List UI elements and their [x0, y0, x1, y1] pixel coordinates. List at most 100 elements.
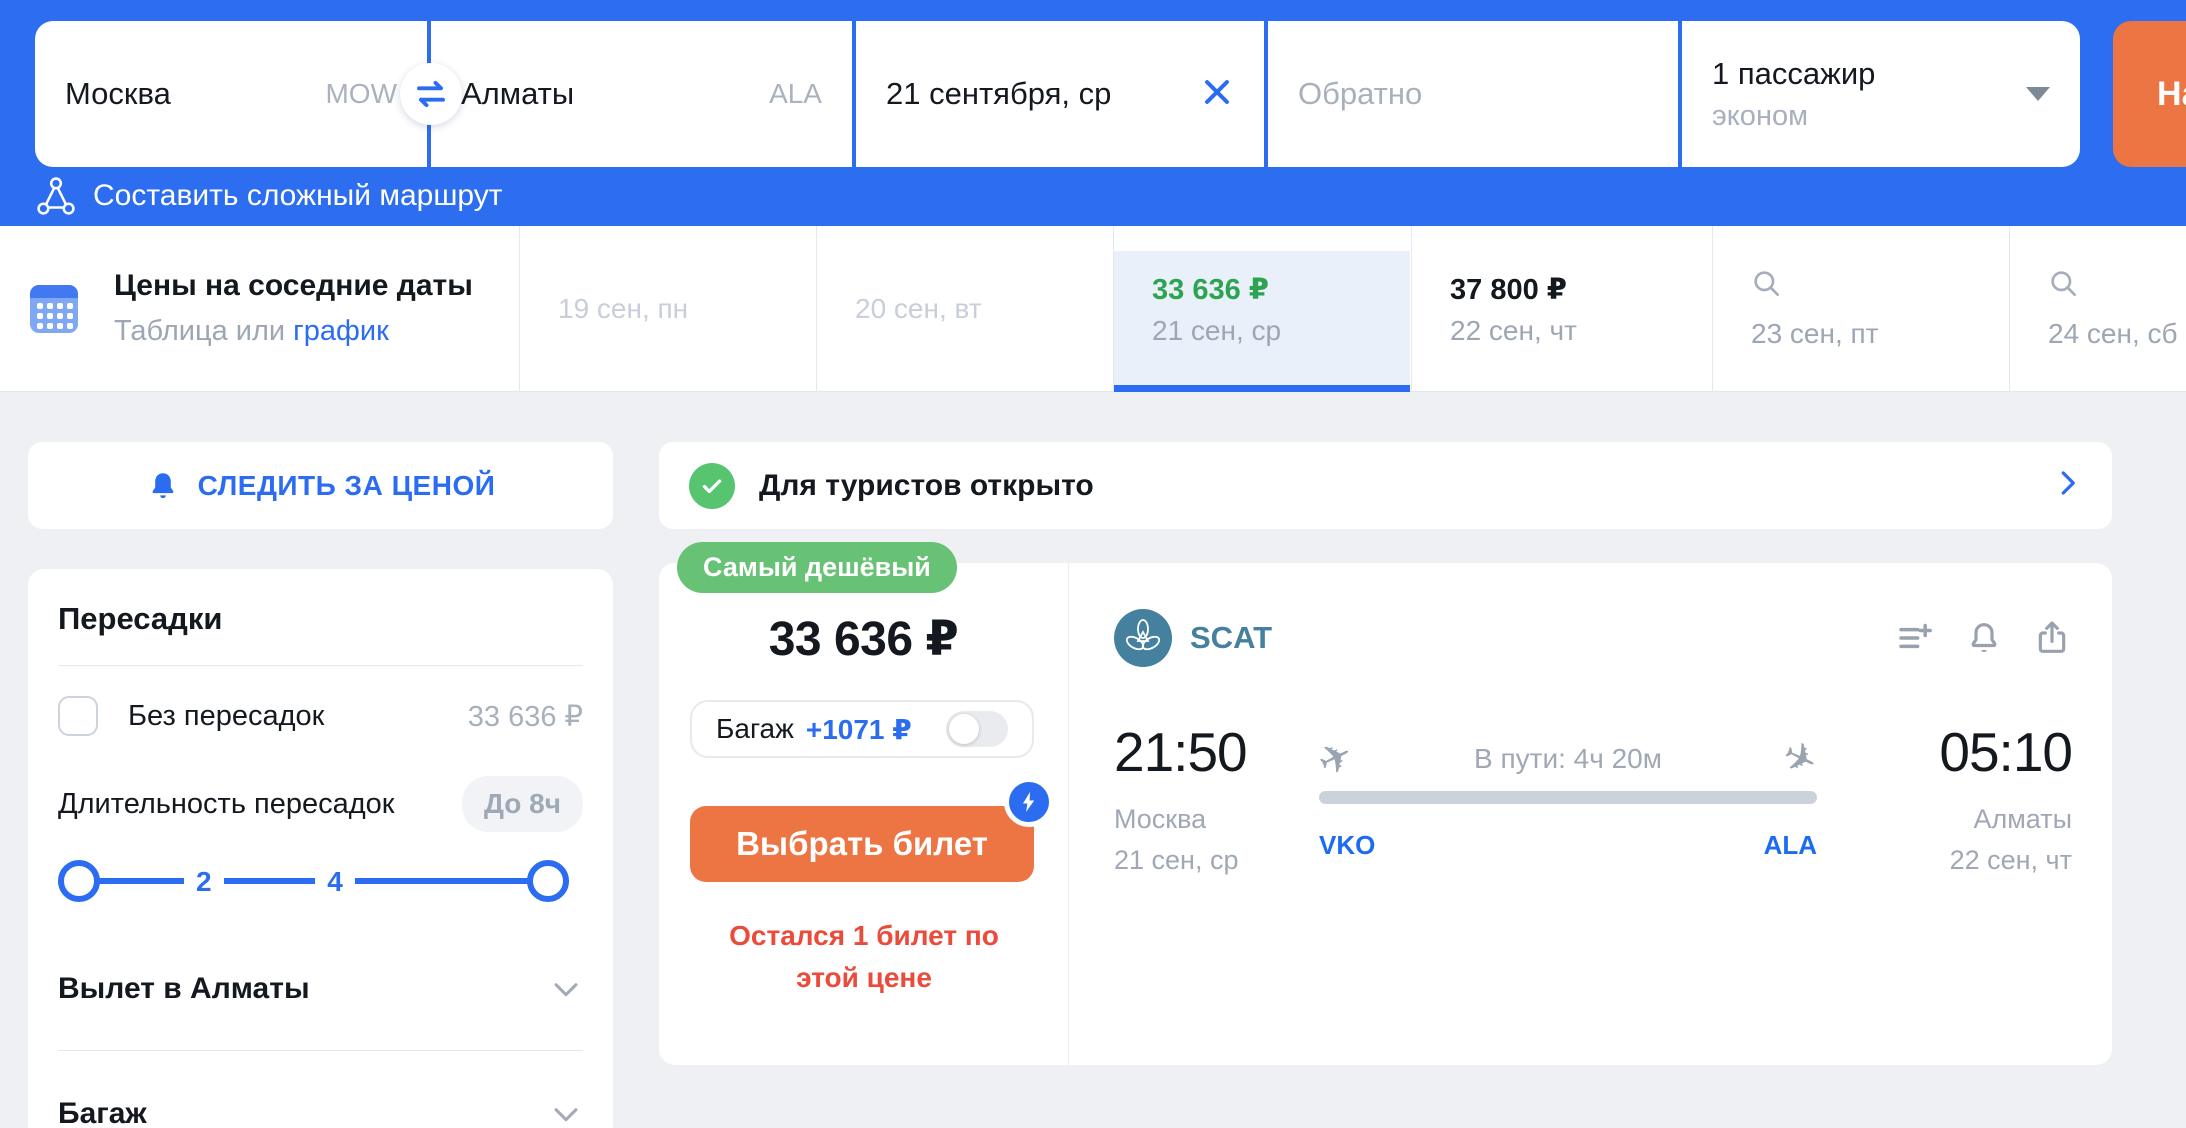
route-icon — [35, 175, 77, 217]
view-graph-link[interactable]: график — [293, 315, 389, 347]
destination-city: Алматы — [461, 76, 574, 112]
no-transfers-price: 33 636 ₽ — [468, 699, 583, 734]
arrival-date: 22 сен, чт — [1862, 845, 2072, 876]
flight-details: SCAT — [1068, 563, 2112, 1065]
slider-mark-4: 4 — [315, 866, 355, 898]
selected-day-underline — [1114, 385, 1410, 392]
duration-label: Длительность пересадок — [58, 788, 394, 821]
depart-date-field[interactable]: 21 сентября, ср — [856, 21, 1264, 167]
slider-mark-2: 2 — [184, 866, 224, 898]
origin-field[interactable]: Москва MOW — [35, 21, 427, 167]
section-departure[interactable]: Вылет в Алматы — [58, 956, 583, 1022]
clear-date-icon[interactable] — [1200, 75, 1234, 114]
arrival-time: 05:10 — [1862, 725, 2072, 780]
day-cell-22[interactable]: 37 800 ₽ 22 сен, чт — [1411, 226, 1708, 392]
complex-route-link[interactable]: Составить сложный маршрут — [35, 172, 502, 220]
day-cell-21-selected[interactable]: 33 636 ₽ 21 сен, ср — [1113, 226, 1410, 392]
no-transfers-label: Без пересадок — [128, 700, 324, 733]
day-price: 37 800 ₽ — [1450, 272, 1708, 307]
view-table-option[interactable]: Таблица — [114, 315, 228, 347]
route-progress-bar — [1319, 791, 1817, 804]
track-price-button[interactable]: СЛЕДИТЬ ЗА ЦЕНОЙ — [28, 442, 613, 529]
arrival-block: 05:10 Алматы 22 сен, чт — [1862, 725, 2072, 876]
search-submit-label: Найти — [2157, 75, 2186, 114]
destination-field[interactable]: Алматы ALA — [431, 21, 852, 167]
ticket-price-column: 33 636 ₽ Багаж +1071 ₽ Выбрать билет Ост… — [659, 563, 1068, 1065]
buy-ticket-label: Выбрать билет — [736, 825, 988, 863]
price-calendar-header: Цены на соседние даты Таблица или график — [30, 226, 473, 391]
share-icon[interactable] — [2032, 618, 2072, 658]
slider-handle-min[interactable] — [58, 860, 100, 902]
day-cell-24[interactable]: 24 сен, сб — [2009, 226, 2186, 392]
search-icon — [1751, 268, 1783, 300]
airline-name: SCAT — [1190, 620, 1272, 656]
baggage-toggle[interactable] — [946, 711, 1008, 747]
search-submit-button[interactable]: Найти — [2113, 21, 2186, 167]
baggage-label: Багаж — [716, 713, 794, 745]
tourist-banner[interactable]: Для туристов открыто — [659, 442, 2112, 529]
search-icon — [2048, 268, 2080, 300]
swap-arrows-icon — [413, 76, 449, 112]
filters-panel: Пересадки Без пересадок 33 636 ₽ Длитель… — [28, 569, 613, 1128]
calendar-title: Цены на соседние даты — [114, 269, 473, 303]
arrival-city: Алматы — [1862, 804, 2072, 835]
ticket-card: Самый дешёвый 33 636 ₽ Багаж +1071 ₽ Выб… — [659, 563, 2112, 1065]
baggage-option[interactable]: Багаж +1071 ₽ — [690, 700, 1034, 758]
chevron-down-icon — [549, 972, 583, 1006]
section-baggage[interactable]: Багаж — [58, 1081, 583, 1128]
depart-date-value: 21 сентября, ср — [886, 76, 1111, 112]
duration-value-badge: До 8ч — [462, 776, 583, 832]
return-date-field[interactable]: Обратно — [1268, 21, 1678, 167]
departure-airport-code[interactable]: VKO — [1319, 830, 1375, 861]
instant-purchase-icon — [1004, 777, 1054, 827]
ticket-price: 33 636 ₽ — [659, 611, 1068, 667]
duration-slider[interactable]: 2 4 — [58, 858, 583, 904]
departure-date: 21 сен, ср — [1114, 845, 1274, 876]
search-header: Москва MOW Алматы ALA 21 сентября, ср Об… — [0, 0, 2186, 226]
check-circle-icon — [689, 463, 735, 509]
return-placeholder: Обратно — [1298, 76, 1422, 112]
flight-search-page: Москва MOW Алматы ALA 21 сентября, ср Об… — [0, 0, 2186, 1128]
chevron-down-icon — [2026, 87, 2050, 101]
day-cell-20[interactable]: 20 сен, вт — [816, 226, 1113, 392]
travel-class: эконом — [1712, 100, 1875, 133]
divider — [58, 1050, 583, 1051]
departure-city: Москва — [1114, 804, 1274, 835]
day-cell-19[interactable]: 19 сен, пн — [519, 226, 816, 392]
transfer-duration-row: Длительность пересадок До 8ч — [58, 776, 583, 832]
arrival-airport-code[interactable]: ALA — [1764, 830, 1817, 861]
flight-duration: В пути: 4ч 20м — [1353, 743, 1784, 775]
calendar-icon — [30, 285, 78, 333]
scarcity-note: Остался 1 билет по этой цене — [694, 915, 1034, 999]
passengers-count: 1 пассажир — [1712, 56, 1875, 92]
search-fields: Москва MOW Алматы ALA 21 сентября, ср Об… — [35, 21, 2080, 167]
departure-block: 21:50 Москва 21 сен, ср — [1114, 725, 1274, 876]
departure-time: 21:50 — [1114, 725, 1274, 780]
takeoff-plane-icon: ✈ — [1312, 734, 1360, 785]
origin-city: Москва — [65, 76, 171, 112]
no-transfers-row[interactable]: Без пересадок 33 636 ₽ — [58, 696, 583, 736]
track-price-label: СЛЕДИТЬ ЗА ЦЕНОЙ — [198, 470, 496, 502]
no-transfers-checkbox[interactable] — [58, 696, 98, 736]
chevron-down-icon — [549, 1097, 583, 1128]
passengers-field[interactable]: 1 пассажир эконом — [1682, 21, 2080, 167]
airline-logo — [1114, 609, 1172, 667]
complex-route-label: Составить сложный маршрут — [93, 179, 502, 213]
day-price: 33 636 ₽ — [1152, 272, 1410, 307]
landing-plane-icon: ✈ — [1776, 734, 1824, 785]
slider-handle-max[interactable] — [527, 860, 569, 902]
swap-cities-button[interactable] — [400, 63, 462, 125]
day-cell-23[interactable]: 23 сен, пт — [1712, 226, 2009, 392]
buy-ticket-button[interactable]: Выбрать билет — [690, 806, 1034, 882]
baggage-price: +1071 ₽ — [806, 713, 912, 746]
add-to-list-icon[interactable] — [1896, 618, 1936, 658]
divider — [58, 665, 583, 666]
bell-icon[interactable] — [1964, 618, 2004, 658]
route-middle: ✈ В пути: 4ч 20м ✈ VKO ALA — [1319, 725, 1817, 876]
destination-code: ALA — [769, 78, 822, 110]
chevron-right-icon[interactable] — [2052, 468, 2082, 503]
transfers-title: Пересадки — [58, 601, 583, 637]
origin-code: MOW — [325, 78, 397, 110]
bell-icon — [146, 469, 180, 503]
price-calendar: Цены на соседние даты Таблица или график… — [0, 226, 2186, 392]
